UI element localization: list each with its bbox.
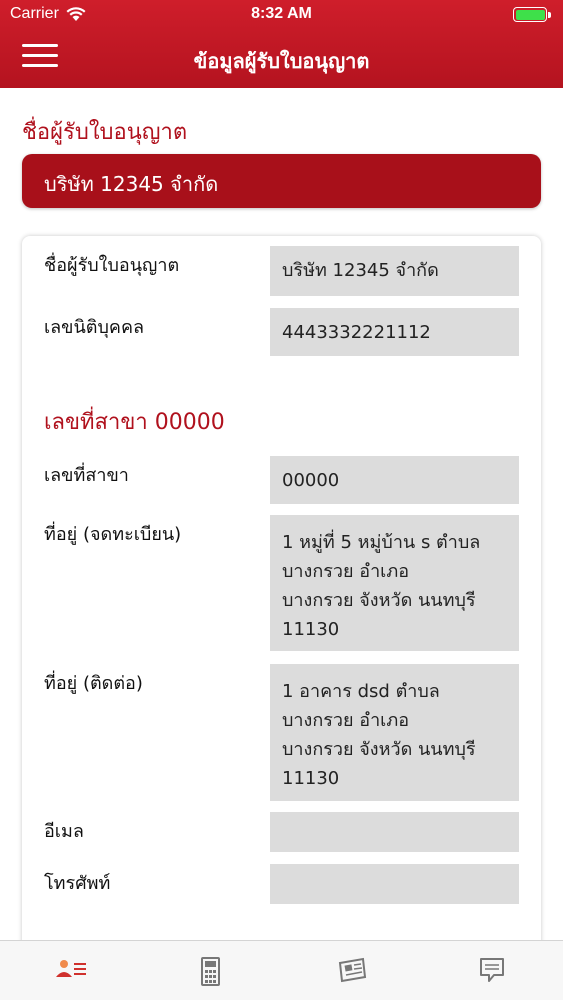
person-list-icon[interactable] [52, 955, 92, 985]
juristic-id-label: เลขนิติบุคคล [44, 317, 145, 338]
bottom-tab-bar [0, 940, 563, 1000]
email-label: อีเมล [44, 821, 84, 842]
licensee-name-label: ชื่อผู้รับใบอนุญาต [44, 255, 180, 276]
company-name-banner: บริษัท 12345 จำกัด [22, 154, 541, 208]
licensee-name-field[interactable]: บริษัท 12345 จำกัด [270, 246, 519, 296]
clock-time: 8:32 AM [251, 5, 312, 22]
licensee-info-card: ชื่อผู้รับใบอนุญาต บริษัท 12345 จำกัด เล… [22, 236, 541, 940]
navigation-bar: ข้อมูลผู้รับใบอนุญาต [0, 30, 563, 88]
licensee-section-title: ชื่อผู้รับใบอนุญาต [22, 120, 188, 145]
contact-address-line: 1 อาคาร dsd ตำบล [282, 681, 440, 702]
registered-address-line: 11130 [282, 619, 340, 640]
registered-address-line: 1 หมู่ที่ 5 หมู่บ้าน s ตำบล [282, 532, 481, 553]
branch-number-field[interactable]: 00000 [270, 456, 519, 504]
phone-field[interactable] [270, 864, 519, 904]
contact-address-line: บางกรวย จังหวัด นนทบุรี [282, 739, 476, 760]
contact-address-line: 11130 [282, 768, 340, 789]
registered-address-label: ที่อยู่ (จดทะเบียน) [44, 524, 182, 545]
chat-bubble-icon[interactable] [472, 955, 512, 985]
battery-icon [513, 7, 551, 22]
status-bar: Carrier 8:32 AM [0, 0, 563, 30]
email-field[interactable] [270, 812, 519, 852]
registered-address-line: บางกรวย อำเภอ [282, 561, 410, 582]
contact-address-line: บางกรวย อำเภอ [282, 710, 410, 731]
page-title: ข้อมูลผู้รับใบอนุญาต [193, 49, 370, 73]
contact-address-label: ที่อยู่ (ติดต่อ) [44, 673, 143, 694]
phone-label: โทรศัพท์ [44, 873, 111, 894]
contact-address-field[interactable]: 1 อาคาร dsd ตำบล บางกรวย อำเภอ บางกรวย จ… [270, 664, 519, 801]
juristic-id-field[interactable]: 4443332221112 [270, 308, 519, 356]
branch-number-label: เลขที่สาขา [44, 465, 129, 486]
registered-address-field[interactable]: 1 หมู่ที่ 5 หมู่บ้าน s ตำบล บางกรวย อำเภ… [270, 515, 519, 651]
registered-address-line: บางกรวย จังหวัด นนทบุรี [282, 590, 476, 611]
branch-section-title: เลขที่สาขา 00000 [44, 410, 225, 435]
calculator-icon[interactable] [190, 957, 230, 987]
main-content[interactable]: ชื่อผู้รับใบอนุญาต บริษัท 12345 จำกัด ชื… [0, 88, 563, 940]
newspaper-icon[interactable] [332, 955, 372, 985]
app-header: Carrier 8:32 AM ข้อมูลผู้รับใบอนุญาต [0, 0, 563, 88]
